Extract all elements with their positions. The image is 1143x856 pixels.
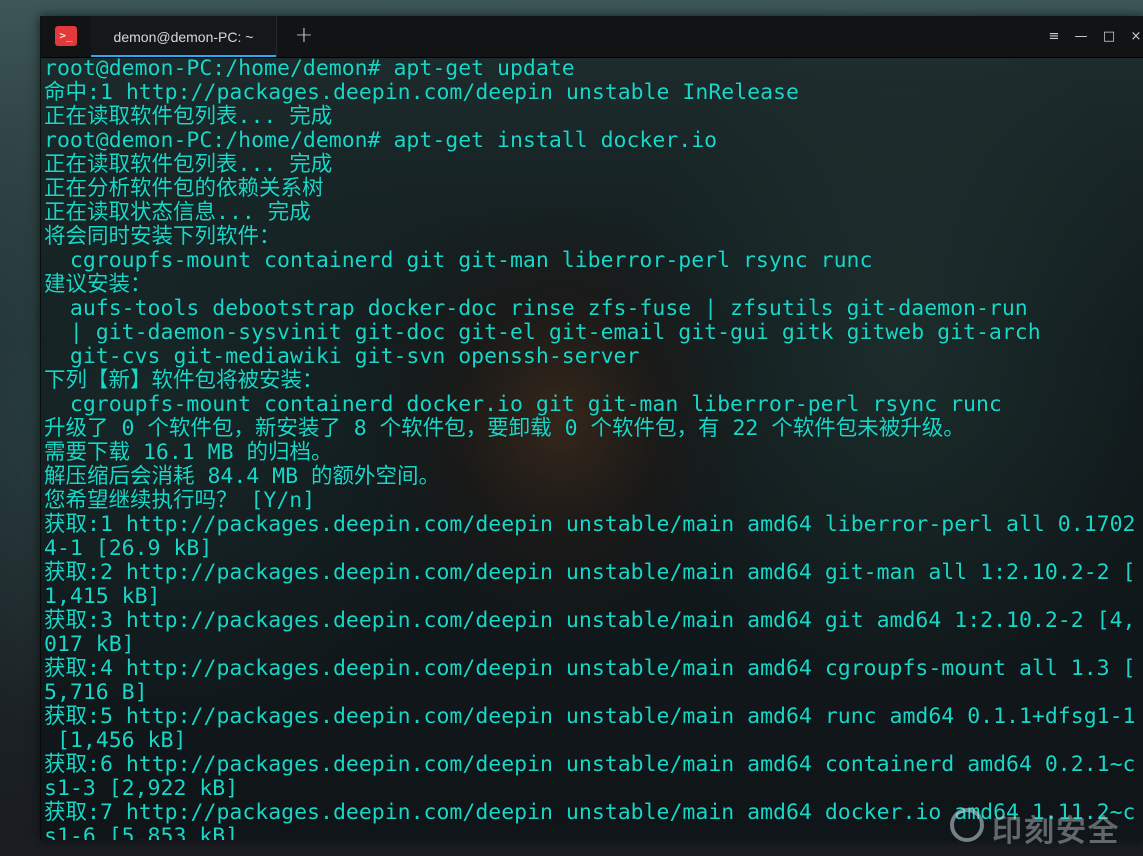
terminal-line: 命中:1 http://packages.deepin.com/deepin u… (44, 80, 799, 105)
terminal-line: cgroupfs-mount containerd docker.io git … (44, 392, 1002, 417)
terminal-line: 获取:2 http://packages.deepin.com/deepin u… (44, 560, 1136, 585)
terminal-line: 获取:7 http://packages.deepin.com/deepin u… (44, 800, 1136, 825)
close-icon[interactable]: × (1127, 28, 1143, 46)
terminal-line: 017 kB] (44, 632, 135, 657)
terminal-line: 获取:4 http://packages.deepin.com/deepin u… (44, 656, 1136, 681)
terminal-line: root@demon-PC:/home/demon# apt-get insta… (44, 128, 718, 153)
terminal-line: | git-daemon-sysvinit git-doc git-el git… (44, 320, 1041, 345)
terminal-line: cgroupfs-mount containerd git git-man li… (44, 248, 873, 273)
terminal-line: 下列【新】软件包将被安装： (44, 368, 324, 393)
terminal-line: 获取:5 http://packages.deepin.com/deepin u… (44, 704, 1136, 729)
terminal-line: aufs-tools debootstrap docker-doc rinse … (44, 296, 1028, 321)
tab-terminal-session[interactable]: demon@demon-PC: ~ (91, 16, 277, 57)
terminal-line: 正在分析软件包的依赖关系树 (44, 176, 324, 201)
terminal-line: 您希望继续执行吗？ [Y/n] (44, 488, 316, 513)
terminal-line: 正在读取状态信息... 完成 (44, 200, 311, 225)
terminal-window[interactable]: >_ demon@demon-PC: ~ + ≡ — □ × root@demo… (40, 16, 1143, 840)
terminal-line: s1-6 [5,853 kB] (44, 824, 239, 841)
terminal-line: s1-3 [2,922 kB] (44, 776, 239, 801)
minimize-icon[interactable]: — (1072, 28, 1090, 46)
maximize-icon[interactable]: □ (1100, 28, 1118, 46)
terminal-line: 正在读取软件包列表... 完成 (44, 104, 333, 129)
terminal-line: 获取:1 http://packages.deepin.com/deepin u… (44, 512, 1136, 537)
terminal-line: 解压缩后会消耗 84.4 MB 的额外空间。 (44, 464, 440, 489)
terminal-line: 升级了 0 个软件包，新安装了 8 个软件包，要卸载 0 个软件包，有 22 个… (44, 416, 965, 441)
terminal-output[interactable]: root@demon-PC:/home/demon# apt-get updat… (44, 57, 1143, 840)
menu-hamburger-icon[interactable]: ≡ (1045, 28, 1063, 46)
terminal-line: 1,415 kB] (44, 584, 161, 609)
new-tab-plus-icon[interactable]: + (293, 25, 315, 47)
terminal-line: git-cvs git-mediawiki git-svn openssh-se… (44, 344, 640, 369)
terminal-line: 将会同时安装下列软件： (44, 224, 281, 249)
terminal-line: [1,456 kB] (44, 728, 187, 753)
terminal-line: 获取:6 http://packages.deepin.com/deepin u… (44, 752, 1136, 777)
terminal-line: 建议安装： (44, 272, 152, 297)
terminal-line: 正在读取软件包列表... 完成 (44, 152, 333, 177)
terminal-app-icon: >_ (55, 26, 77, 46)
title-bar[interactable]: >_ demon@demon-PC: ~ + ≡ — □ × (41, 16, 1143, 58)
tab-title: demon@demon-PC: ~ (113, 29, 254, 45)
terminal-line: 需要下载 16.1 MB 的归档。 (44, 440, 333, 465)
terminal-line: root@demon-PC:/home/demon# apt-get updat… (44, 57, 575, 81)
terminal-line: 获取:3 http://packages.deepin.com/deepin u… (44, 608, 1136, 633)
terminal-line: 4-1 [26.9 kB] (44, 536, 213, 561)
terminal-line: 5,716 B] (44, 680, 148, 705)
